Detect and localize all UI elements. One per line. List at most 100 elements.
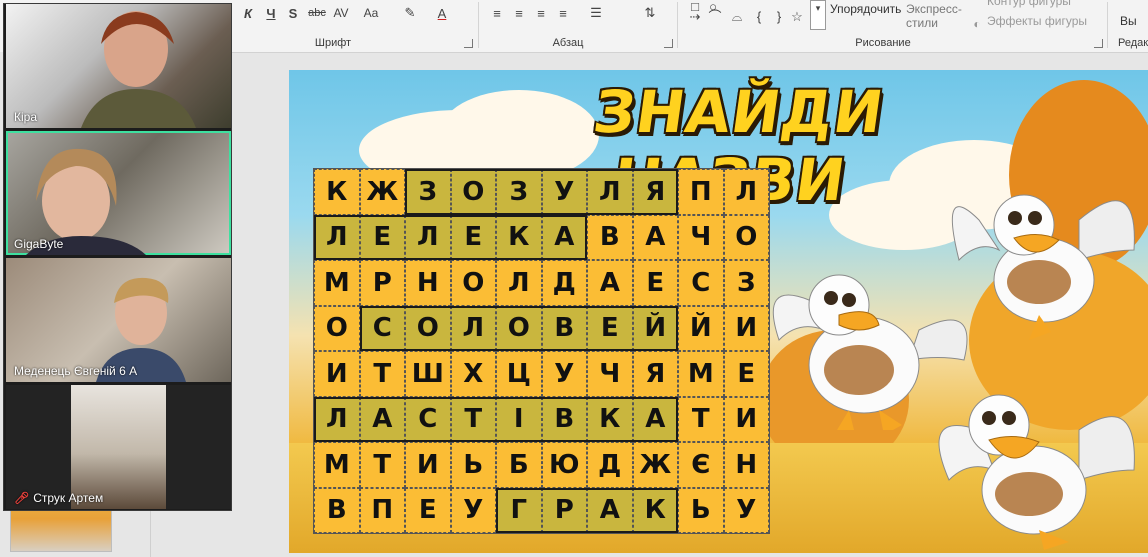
grid-cell[interactable]: Л: [587, 169, 633, 215]
grid-cell[interactable]: Е: [587, 305, 633, 351]
columns-icon[interactable]: ☰: [585, 3, 607, 23]
grid-cell[interactable]: П: [359, 487, 405, 533]
grid-cell[interactable]: Е: [632, 260, 678, 306]
grid-cell[interactable]: В: [541, 305, 587, 351]
grid-cell[interactable]: У: [450, 487, 496, 533]
grid-cell[interactable]: У: [541, 351, 587, 397]
highlight-color-icon[interactable]: ✎: [400, 3, 420, 23]
participant-tile[interactable]: 🎤︎ Струк Артем: [6, 385, 231, 509]
right-brace-shape-icon[interactable]: }: [772, 10, 786, 24]
grid-cell[interactable]: М: [314, 442, 360, 488]
grid-cell[interactable]: Л: [723, 169, 769, 215]
char-spacing-button[interactable]: AV: [330, 3, 352, 23]
select-button[interactable]: Вы: [1120, 14, 1137, 28]
grid-cell[interactable]: М: [678, 351, 724, 397]
grid-cell[interactable]: З: [723, 260, 769, 306]
grid-cell[interactable]: Х: [450, 351, 496, 397]
arrange-button[interactable]: Упорядочить: [830, 2, 901, 16]
strikethrough-button[interactable]: abc: [306, 3, 328, 23]
grid-cell[interactable]: Й: [632, 305, 678, 351]
grid-cell[interactable]: Р: [541, 487, 587, 533]
grid-cell[interactable]: И: [723, 396, 769, 442]
align-right-icon[interactable]: ≡: [532, 3, 550, 23]
grid-cell[interactable]: О: [496, 305, 542, 351]
font-color-button[interactable]: A: [434, 3, 450, 23]
grid-cell[interactable]: Ю: [541, 442, 587, 488]
grid-cell[interactable]: Е: [359, 214, 405, 260]
grid-cell[interactable]: И: [405, 442, 451, 488]
align-left-icon[interactable]: ≡: [488, 3, 506, 23]
grid-cell[interactable]: Л: [450, 305, 496, 351]
grid-cell[interactable]: С: [678, 260, 724, 306]
shapes-more-icon[interactable]: ▾: [810, 0, 826, 30]
grid-cell[interactable]: Ц: [496, 351, 542, 397]
grid-cell[interactable]: Т: [450, 396, 496, 442]
shadow-button[interactable]: S: [285, 3, 301, 23]
grid-cell[interactable]: Л: [405, 214, 451, 260]
word-search-grid[interactable]: КЖЗОЗУЛЯПЛЛЕЛЕКАВАЧОМРНОЛДАЕСЗОСОЛОВЕЙЙИ…: [313, 168, 770, 534]
grid-cell[interactable]: Ч: [678, 214, 724, 260]
change-case-button[interactable]: Aa: [360, 3, 382, 23]
grid-cell[interactable]: І: [496, 396, 542, 442]
grid-cell[interactable]: О: [405, 305, 451, 351]
justify-icon[interactable]: ≡: [554, 3, 572, 23]
grid-cell[interactable]: Ь: [678, 487, 724, 533]
slide-canvas[interactable]: ЗНАЙДИ НАЗВИ КЖЗОЗУЛЯПЛЛЕЛЕКАВАЧОМРНОЛДА…: [289, 70, 1148, 553]
grid-cell[interactable]: К: [314, 169, 360, 215]
grid-cell[interactable]: С: [359, 305, 405, 351]
grid-cell[interactable]: Т: [359, 442, 405, 488]
grid-cell[interactable]: Й: [678, 305, 724, 351]
grid-cell[interactable]: В: [314, 487, 360, 533]
participant-tile[interactable]: Кіра: [6, 4, 231, 128]
grid-cell[interactable]: А: [359, 396, 405, 442]
grid-cell[interactable]: Б: [496, 442, 542, 488]
grid-cell[interactable]: Ж: [632, 442, 678, 488]
grid-cell[interactable]: Л: [314, 396, 360, 442]
grid-cell[interactable]: У: [541, 169, 587, 215]
grid-cell[interactable]: З: [405, 169, 451, 215]
font-dialog-launcher-icon[interactable]: [464, 39, 473, 48]
grid-cell[interactable]: Д: [587, 442, 633, 488]
grid-cell[interactable]: Є: [678, 442, 724, 488]
grid-cell[interactable]: К: [496, 214, 542, 260]
grid-cell[interactable]: А: [541, 214, 587, 260]
grid-cell[interactable]: Л: [496, 260, 542, 306]
grid-cell[interactable]: Т: [359, 351, 405, 397]
grid-cell[interactable]: О: [450, 260, 496, 306]
grid-cell[interactable]: О: [723, 214, 769, 260]
grid-cell[interactable]: Р: [359, 260, 405, 306]
grid-cell[interactable]: К: [632, 487, 678, 533]
grid-cell[interactable]: И: [314, 351, 360, 397]
arrow-shape-icon[interactable]: ⇢: [688, 10, 702, 24]
grid-cell[interactable]: Е: [405, 487, 451, 533]
shape-outline-button[interactable]: Контур фигуры: [987, 0, 1071, 8]
grid-cell[interactable]: С: [405, 396, 451, 442]
grid-cell[interactable]: Г: [496, 487, 542, 533]
left-brace-shape-icon[interactable]: {: [752, 10, 766, 24]
grid-cell[interactable]: А: [587, 260, 633, 306]
grid-cell[interactable]: Е: [450, 214, 496, 260]
shape-effects-button[interactable]: Эффекты фигуры: [987, 14, 1087, 28]
grid-cell[interactable]: И: [723, 305, 769, 351]
grid-cell[interactable]: А: [632, 214, 678, 260]
grid-cell[interactable]: Т: [678, 396, 724, 442]
curve-shape-icon[interactable]: ⌒: [708, 10, 722, 24]
grid-cell[interactable]: А: [587, 487, 633, 533]
grid-cell[interactable]: Я: [632, 169, 678, 215]
participant-tile[interactable]: Меденець Євгеній 6 А: [6, 258, 231, 382]
grid-cell[interactable]: Е: [723, 351, 769, 397]
participant-tile-active[interactable]: GigaByte: [6, 131, 231, 255]
grid-cell[interactable]: Ч: [587, 351, 633, 397]
grid-cell[interactable]: К: [587, 396, 633, 442]
grid-cell[interactable]: О: [314, 305, 360, 351]
star-shape-icon[interactable]: ☆: [790, 10, 804, 24]
grid-cell[interactable]: В: [541, 396, 587, 442]
grid-cell[interactable]: В: [587, 214, 633, 260]
italic-button[interactable]: К: [240, 3, 256, 23]
align-center-icon[interactable]: ≡: [510, 3, 528, 23]
grid-cell[interactable]: О: [450, 169, 496, 215]
arc-shape-icon[interactable]: ⌓: [730, 10, 744, 24]
underline-button[interactable]: Ч: [263, 3, 279, 23]
video-call-panel[interactable]: Кіра GigaByte Меденець Євгеній 6 А 🎤︎ Стр…: [3, 3, 232, 511]
grid-cell[interactable]: Н: [723, 442, 769, 488]
